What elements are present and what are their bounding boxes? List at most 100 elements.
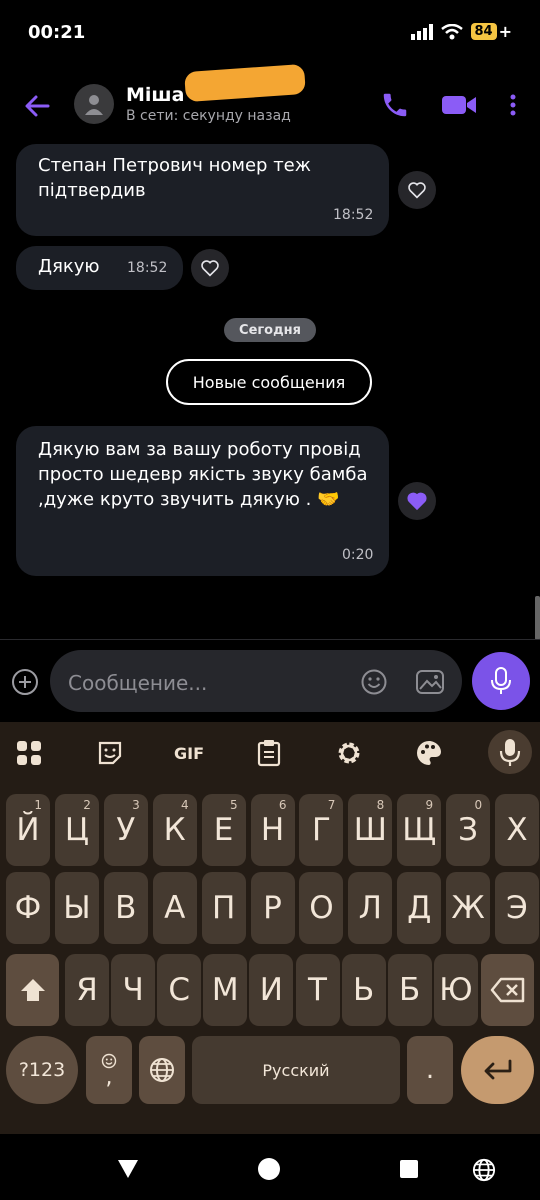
letter-key[interactable]: А xyxy=(152,872,197,944)
letter-key[interactable]: З0 xyxy=(446,794,491,866)
apps-grid-icon xyxy=(17,741,41,765)
key-label: Ю xyxy=(439,972,473,1008)
letter-key[interactable]: Ц2 xyxy=(54,794,99,866)
backspace-key[interactable] xyxy=(481,954,534,1026)
letter-key[interactable]: Ф xyxy=(6,872,50,944)
letter-key[interactable]: Е5 xyxy=(201,794,246,866)
keyboard-voice-button[interactable] xyxy=(488,730,532,774)
comma-key[interactable]: , xyxy=(86,1036,132,1104)
letter-key[interactable]: Г7 xyxy=(299,794,344,866)
voice-message-button[interactable] xyxy=(472,652,530,710)
home-circle-icon[interactable] xyxy=(258,1158,280,1180)
key-label: У xyxy=(116,812,136,848)
letter-key[interactable]: В xyxy=(103,872,148,944)
period-key[interactable]: . xyxy=(407,1036,453,1104)
letter-key[interactable]: О xyxy=(299,872,344,944)
emoji-button[interactable] xyxy=(360,668,388,696)
nav-language-button[interactable] xyxy=(472,1158,496,1186)
backspace-icon xyxy=(490,977,524,1003)
letter-key[interactable]: К4 xyxy=(152,794,197,866)
message-text: Степан Петрович номер теж підтвердив xyxy=(38,155,311,201)
key-number-hint: 8 xyxy=(376,798,385,812)
clipboard-icon xyxy=(257,740,281,767)
key-number-hint: 0 xyxy=(474,798,483,812)
theme-button[interactable] xyxy=(412,738,446,768)
symbols-key[interactable]: ?123 xyxy=(6,1036,78,1104)
letter-key[interactable]: У3 xyxy=(103,794,148,866)
image-icon xyxy=(416,670,444,694)
like-button[interactable] xyxy=(191,249,229,287)
letter-key[interactable]: Т xyxy=(295,954,340,1026)
key-label: Ш xyxy=(353,812,387,848)
keyboard-apps-button[interactable] xyxy=(12,738,46,768)
video-call-button[interactable] xyxy=(440,90,478,120)
contact-name[interactable]: Міша xyxy=(126,84,184,106)
key-label: Д xyxy=(407,890,432,926)
letter-key[interactable]: Ы xyxy=(54,872,99,944)
back-triangle-icon xyxy=(118,1160,138,1178)
letter-key[interactable]: Х xyxy=(495,794,539,866)
avatar-icon xyxy=(85,95,103,115)
video-camera-icon xyxy=(442,96,476,114)
key-label: Ц xyxy=(64,812,89,848)
shift-key[interactable] xyxy=(6,954,59,1026)
key-label: Л xyxy=(358,890,382,926)
letter-key[interactable]: Д xyxy=(397,872,442,944)
letter-key[interactable]: Ч xyxy=(111,954,156,1026)
gallery-sticker-button[interactable] xyxy=(415,668,445,696)
letter-key[interactable]: Н6 xyxy=(250,794,295,866)
key-label: Х xyxy=(506,812,528,848)
key-label: Щ xyxy=(402,812,437,848)
language-switch-key[interactable] xyxy=(139,1036,185,1104)
voice-call-button[interactable] xyxy=(380,90,410,120)
scrollbar-thumb[interactable] xyxy=(535,596,540,640)
shift-arrow-icon xyxy=(20,979,45,1001)
plus-icon xyxy=(19,676,31,688)
letter-key[interactable]: Л xyxy=(348,872,393,944)
letter-key[interactable]: Щ9 xyxy=(397,794,442,866)
recents-square-icon[interactable] xyxy=(400,1160,418,1178)
back-button[interactable] xyxy=(18,86,58,126)
status-time: 00:21 xyxy=(28,22,86,43)
enter-key[interactable] xyxy=(461,1036,534,1104)
nav-back-button[interactable] xyxy=(116,1158,140,1184)
enter-arrow-icon xyxy=(484,1059,511,1080)
message-input[interactable] xyxy=(66,668,350,698)
letter-key[interactable]: Й1 xyxy=(6,794,50,866)
back-arrow-icon xyxy=(25,95,50,117)
more-options-button[interactable] xyxy=(505,90,521,120)
attach-button[interactable] xyxy=(12,669,38,695)
letter-key[interactable]: Ю xyxy=(433,954,478,1026)
space-key[interactable]: Русский xyxy=(192,1036,400,1104)
key-label: Е xyxy=(213,812,234,848)
letter-key[interactable]: С xyxy=(157,954,202,1026)
globe-icon xyxy=(150,1058,174,1082)
key-label: Ж xyxy=(451,890,485,926)
avatar[interactable] xyxy=(74,84,114,124)
letter-key[interactable]: Ш8 xyxy=(348,794,393,866)
new-messages-button[interactable]: Новые сообщения xyxy=(166,359,372,405)
contact-status: В сети: секунду назад xyxy=(126,108,291,124)
message-time: 18:52 xyxy=(127,260,168,276)
keyboard-settings-button[interactable] xyxy=(332,738,366,768)
like-button[interactable] xyxy=(398,171,436,209)
globe-icon xyxy=(472,1158,496,1182)
letter-key[interactable]: Б xyxy=(387,954,432,1026)
message-time: 0:20 xyxy=(342,547,374,563)
keyboard-sticker-button[interactable] xyxy=(93,738,127,768)
letter-key[interactable]: Я xyxy=(65,954,109,1026)
letter-key[interactable]: Ь xyxy=(341,954,386,1026)
date-separator: Сегодня xyxy=(224,318,316,342)
letter-key[interactable]: П xyxy=(201,872,246,944)
letter-key[interactable]: Э xyxy=(495,872,539,944)
letter-key[interactable]: Р xyxy=(250,872,295,944)
gif-button[interactable]: GIF xyxy=(169,738,209,768)
clipboard-button[interactable] xyxy=(252,738,286,768)
letter-key[interactable]: М xyxy=(203,954,248,1026)
message-text: Дякую xyxy=(38,256,100,277)
like-button[interactable] xyxy=(398,482,436,520)
letter-key[interactable]: Ж xyxy=(446,872,491,944)
key-label: В xyxy=(115,890,137,926)
letter-key[interactable]: И xyxy=(249,954,294,1026)
key-number-hint: 6 xyxy=(278,798,287,812)
